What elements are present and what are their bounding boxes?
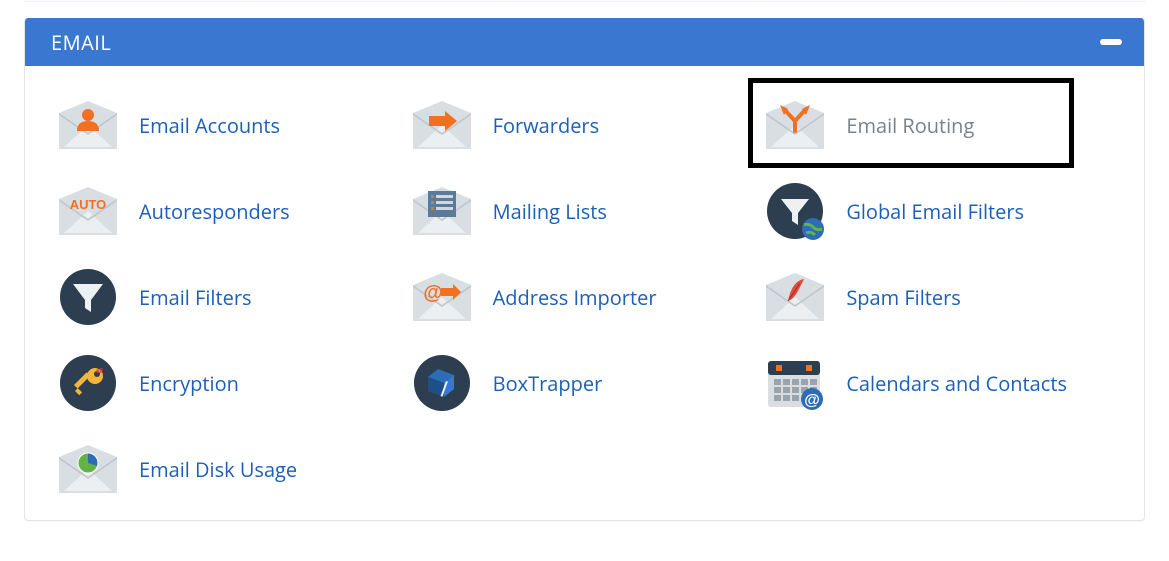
- item-boxtrapper[interactable]: BoxTrapper: [413, 354, 757, 412]
- item-autoresponders[interactable]: AUTO Autoresponders: [59, 182, 403, 240]
- item-calendars-and-contacts[interactable]: @ Calendars and Contacts: [766, 354, 1110, 412]
- box-trap-icon: [413, 354, 471, 412]
- item-email-routing[interactable]: Email Routing: [766, 96, 1110, 154]
- item-spam-filters[interactable]: Spam Filters: [766, 268, 1110, 326]
- envelope-at-arrow-icon: @: [413, 268, 471, 326]
- item-label: Forwarders: [493, 112, 599, 139]
- item-label: Email Disk Usage: [139, 456, 297, 483]
- envelope-pie-icon: [59, 440, 117, 498]
- key-icon: 0E: [59, 354, 117, 412]
- email-panel-header[interactable]: EMAIL: [25, 18, 1144, 66]
- calendar-at-icon: @: [766, 354, 824, 412]
- envelope-arrow-icon: [413, 96, 471, 154]
- svg-text:@: @: [423, 282, 443, 304]
- item-address-importer[interactable]: @ Address Importer: [413, 268, 757, 326]
- item-label: Encryption: [139, 370, 239, 397]
- item-forwarders[interactable]: Forwarders: [413, 96, 757, 154]
- item-label: Mailing Lists: [493, 198, 607, 225]
- item-label: Email Accounts: [139, 112, 280, 139]
- envelope-list-icon: [413, 182, 471, 240]
- item-email-filters[interactable]: Email Filters: [59, 268, 403, 326]
- item-label: BoxTrapper: [493, 370, 603, 397]
- item-label: Address Importer: [493, 284, 657, 311]
- highlight-box: [748, 78, 1074, 168]
- item-label: Autoresponders: [139, 198, 290, 225]
- top-divider: [24, 0, 1145, 2]
- email-panel: EMAIL Email Accounts: [24, 18, 1145, 521]
- item-label: Global Email Filters: [846, 198, 1024, 225]
- item-encryption[interactable]: 0E Encryption: [59, 354, 403, 412]
- panel-title: EMAIL: [51, 29, 111, 56]
- items-grid: Email Accounts Forwarders: [59, 96, 1110, 498]
- envelope-feather-icon: [766, 268, 824, 326]
- svg-text:AUTO: AUTO: [70, 197, 107, 212]
- envelope-person-icon: [59, 96, 117, 154]
- item-label: Email Filters: [139, 284, 252, 311]
- item-email-disk-usage[interactable]: Email Disk Usage: [59, 440, 403, 498]
- svg-text:@: @: [805, 392, 821, 409]
- item-label: Spam Filters: [846, 284, 961, 311]
- item-mailing-lists[interactable]: Mailing Lists: [413, 182, 757, 240]
- funnel-icon: [59, 268, 117, 326]
- envelope-auto-icon: AUTO: [59, 182, 117, 240]
- item-global-email-filters[interactable]: Global Email Filters: [766, 182, 1110, 240]
- funnel-globe-icon: [766, 182, 824, 240]
- collapse-icon[interactable]: [1100, 39, 1122, 45]
- item-email-accounts[interactable]: Email Accounts: [59, 96, 403, 154]
- item-label: Calendars and Contacts: [846, 370, 1067, 397]
- panel-body: Email Accounts Forwarders: [25, 66, 1144, 520]
- svg-text:0E: 0E: [96, 368, 104, 375]
